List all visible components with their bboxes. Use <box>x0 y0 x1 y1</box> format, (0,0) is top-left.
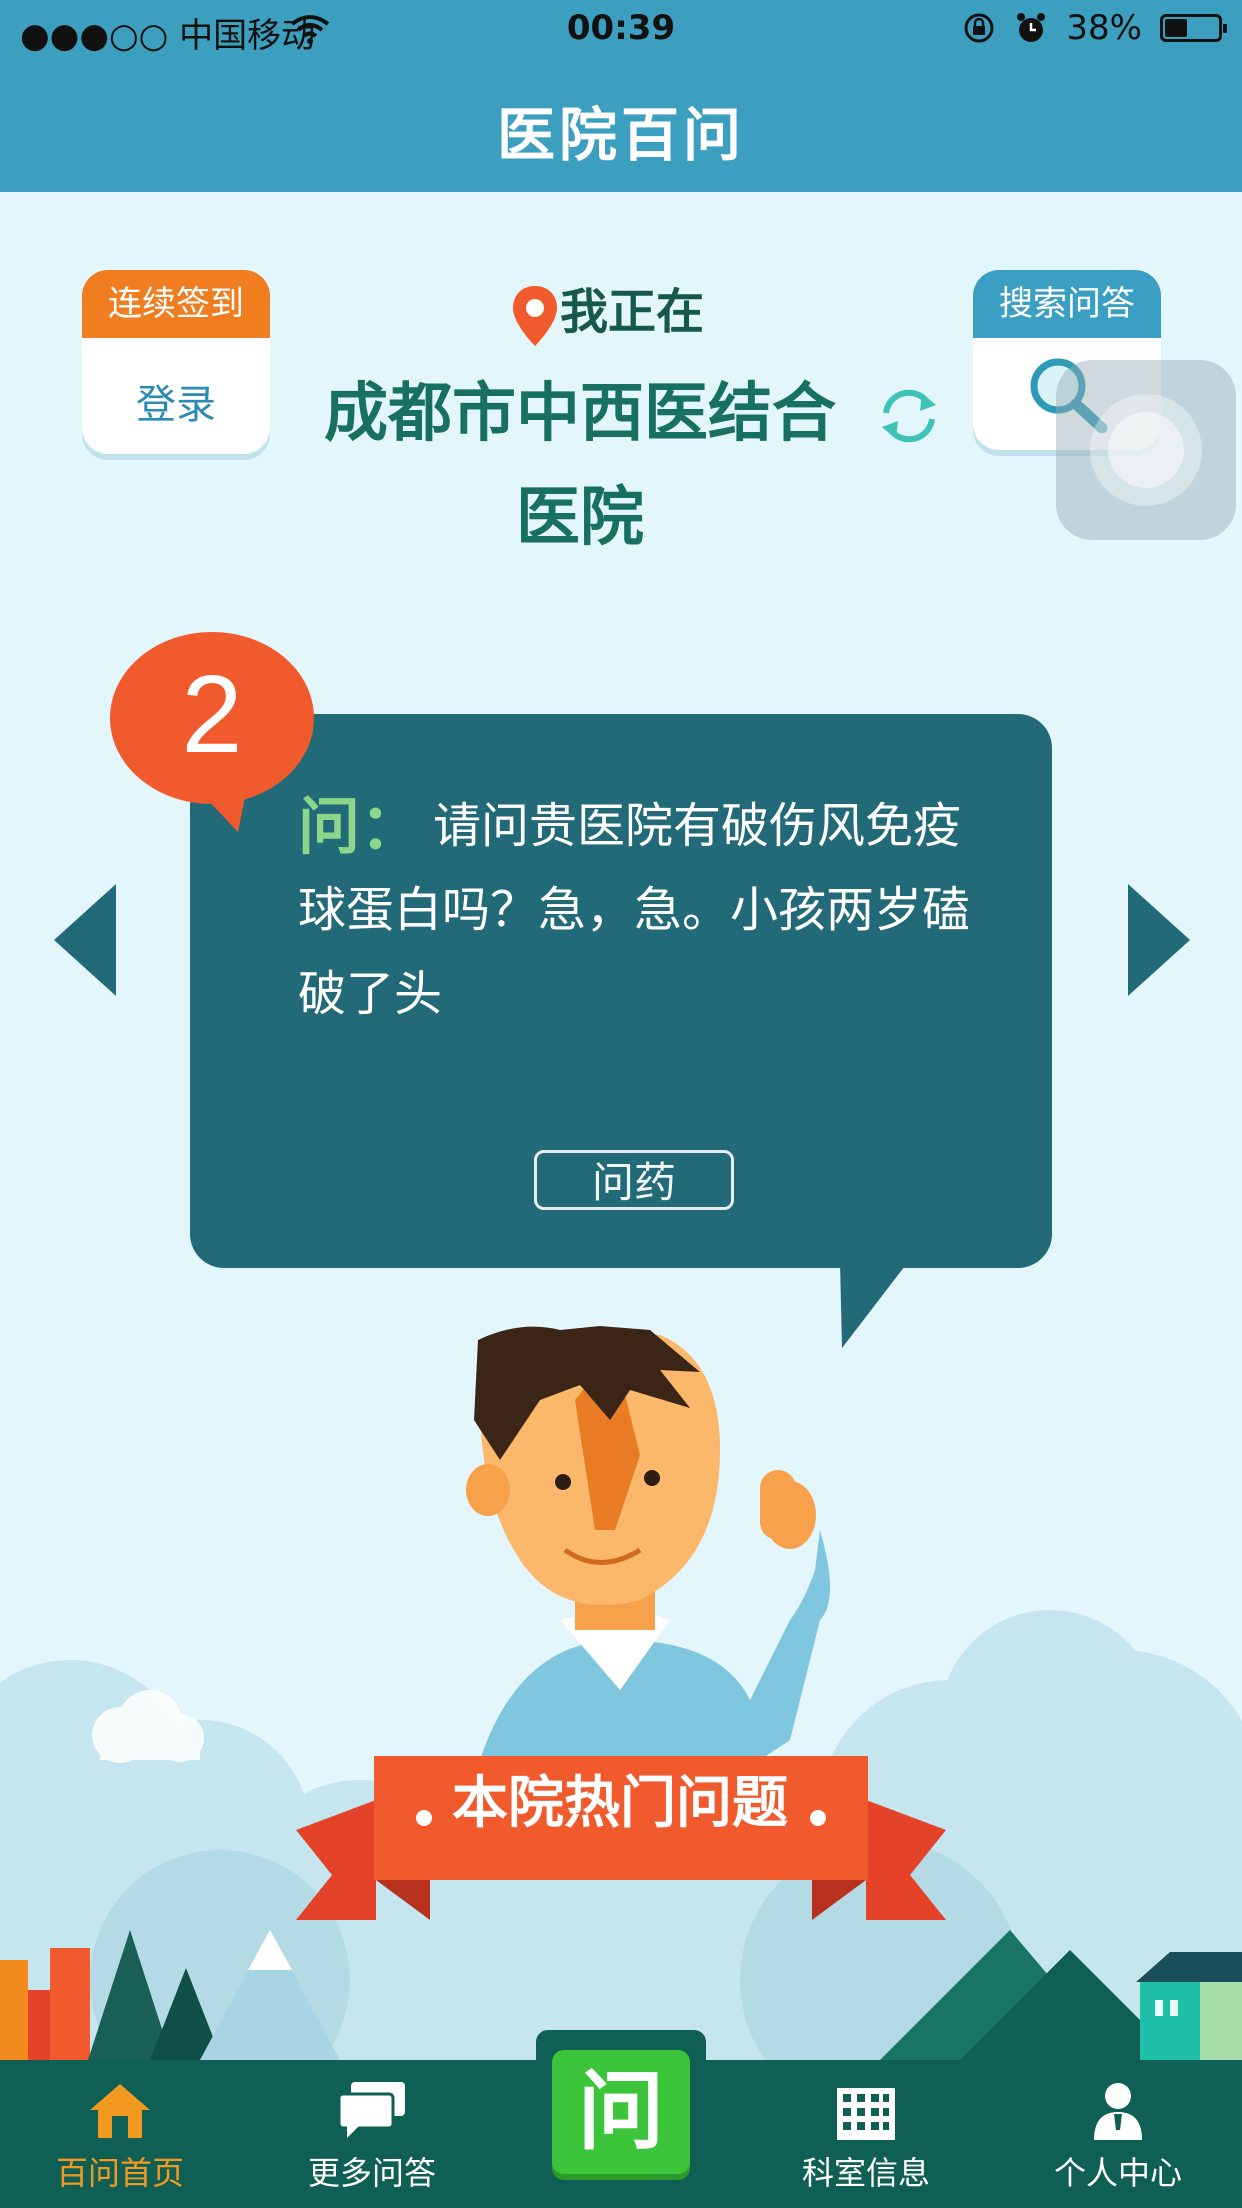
tab-more-qa[interactable]: 更多问答 <box>272 2080 472 2194</box>
question-tag-button[interactable]: 问药 <box>534 1150 734 1210</box>
tab-department-label: 科室信息 <box>801 2154 930 2192</box>
next-arrow-icon[interactable] <box>1124 880 1194 1000</box>
question-text[interactable]: 请问贵医院有破伤风免疫球蛋白吗？急，急。小孩两岁磕破了头 <box>298 784 998 1036</box>
alarm-icon <box>1017 13 1046 42</box>
person-icon <box>1094 2083 1142 2140</box>
battery-percent: 38% <box>1066 8 1142 48</box>
battery-icon <box>1160 14 1227 42</box>
tab-home[interactable]: 百问首页 <box>20 2080 220 2194</box>
checkin-card[interactable]: 连续签到 登录 <box>82 270 270 454</box>
tab-personal-label: 个人中心 <box>1053 2154 1182 2192</box>
assistive-touch-button[interactable] <box>1056 360 1236 540</box>
tab-department-info[interactable]: 科室信息 <box>766 2080 966 2194</box>
home-icon <box>90 2084 150 2138</box>
refresh-icon[interactable] <box>876 385 942 447</box>
login-button[interactable]: 登录 <box>82 338 270 430</box>
rotation-lock-icon <box>964 13 994 43</box>
doctor-character <box>466 1326 830 1760</box>
tab-personal-center[interactable]: 个人中心 <box>1018 2080 1218 2194</box>
building-icon <box>837 2088 895 2140</box>
app-header: 医院百问 <box>0 60 1242 192</box>
search-qa-label: 搜索问答 <box>973 270 1161 338</box>
illustration-scene <box>0 1326 1242 2060</box>
tab-more-label: 更多问答 <box>307 2154 436 2192</box>
ask-question-button[interactable]: 问 <box>552 2050 690 2174</box>
status-bar: ●●●○○ 中国移动 00:39 38% <box>0 0 1242 60</box>
checkin-label: 连续签到 <box>82 270 270 338</box>
chat-bubbles-icon <box>337 2082 405 2138</box>
location-pin-icon <box>513 286 557 346</box>
hot-questions-title[interactable]: 本院热门问题 <box>370 1758 870 1839</box>
question-number: 2 <box>181 653 242 776</box>
question-number-badge: 2 <box>110 632 314 832</box>
location-label: 我正在 <box>560 284 705 340</box>
hospital-name[interactable]: 成都市中西医结合医院 <box>300 362 860 570</box>
tab-home-label: 百问首页 <box>55 2154 184 2192</box>
page-title: 医院百问 <box>496 101 745 169</box>
prev-arrow-icon[interactable] <box>50 880 120 1000</box>
